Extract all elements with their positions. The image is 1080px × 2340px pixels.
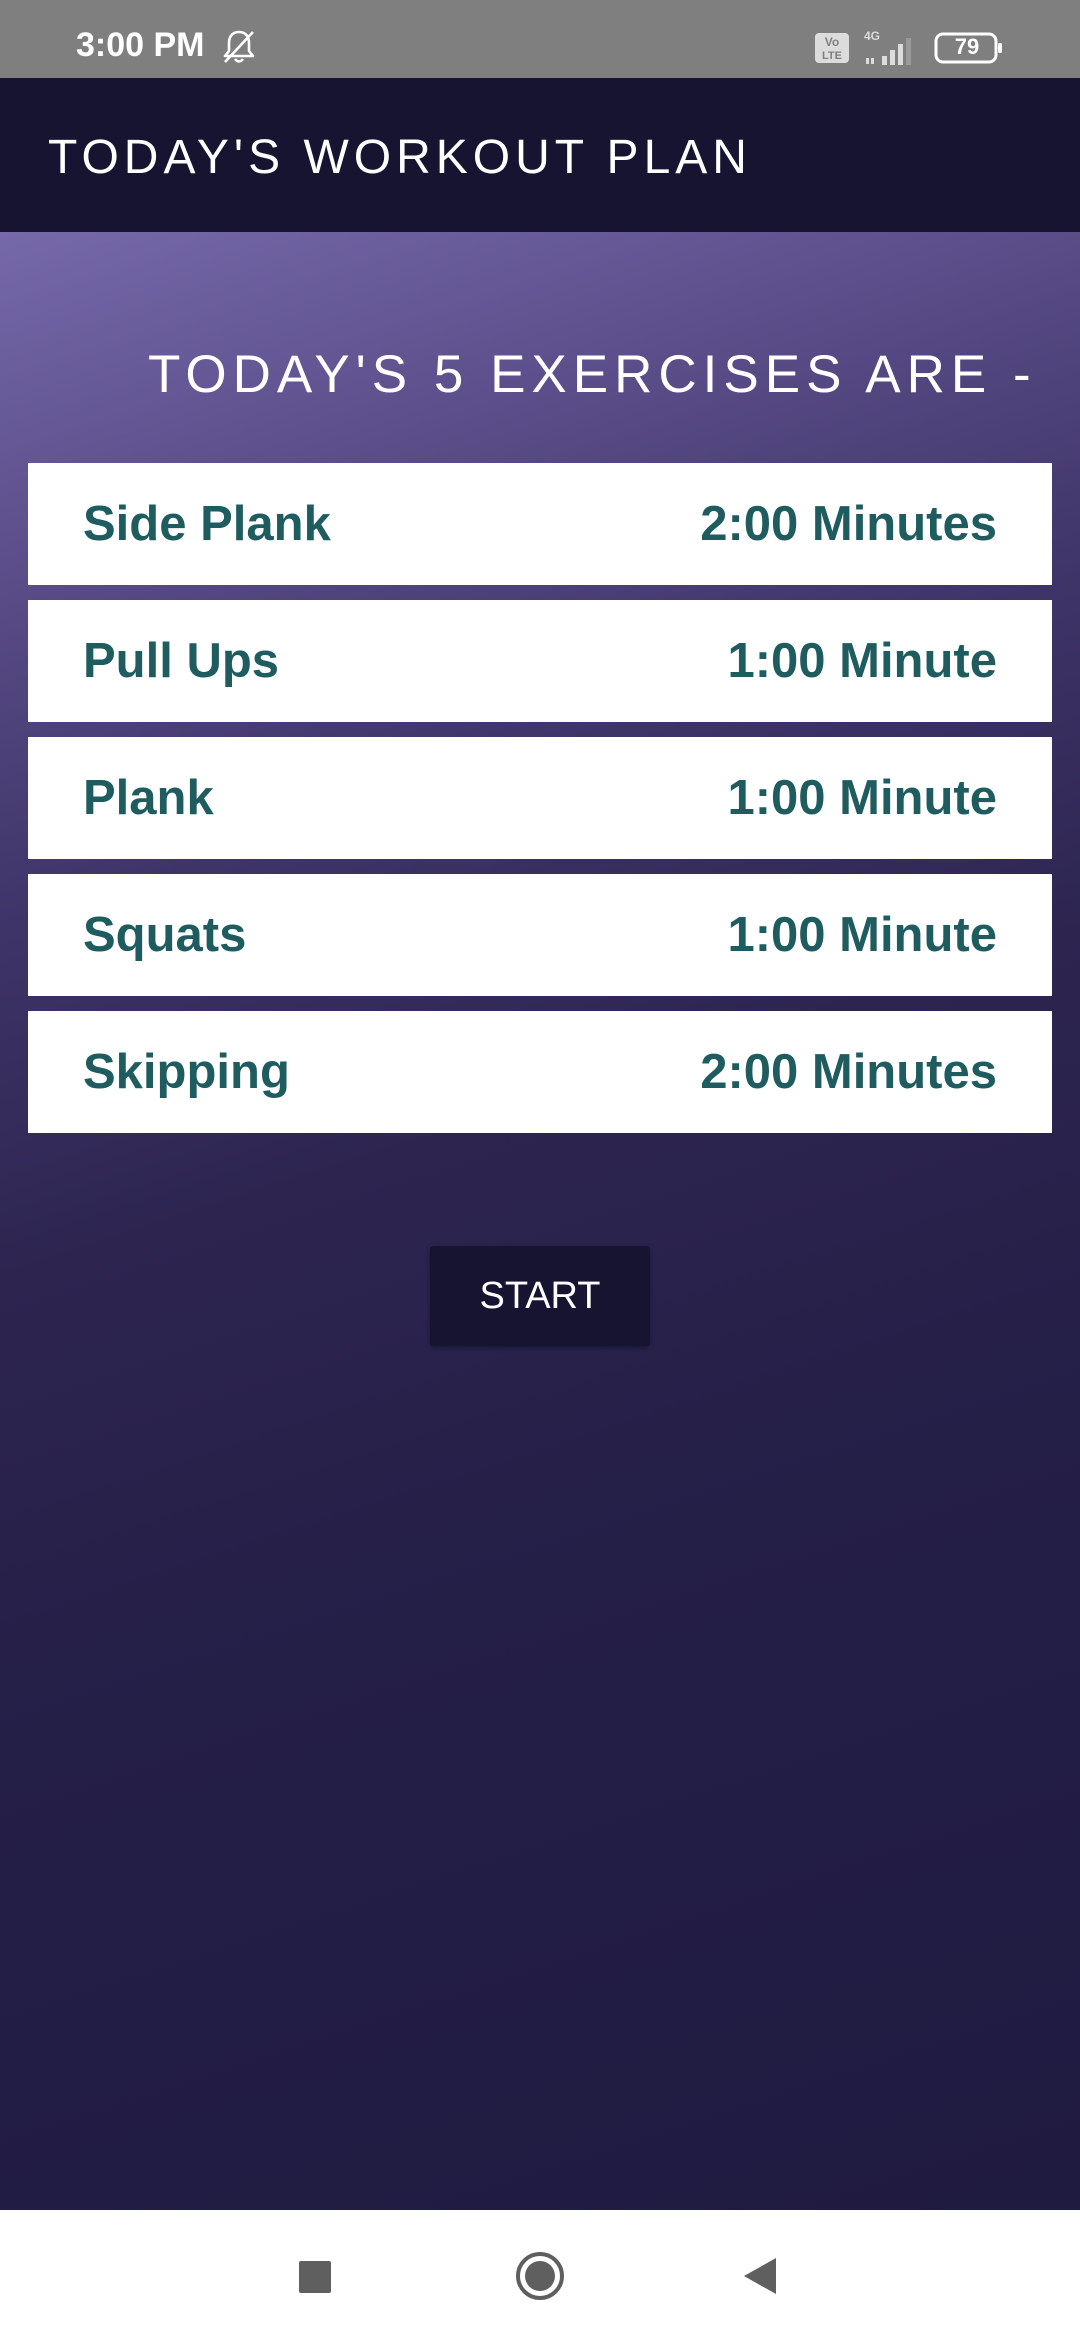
- navigation-bar: [0, 2210, 1080, 2340]
- back-icon[interactable]: [742, 2256, 778, 2296]
- status-time: 3:00 PM: [76, 26, 205, 64]
- main-content: TODAY'S 5 EXERCISES ARE - Side Plank 2:0…: [0, 232, 1080, 2210]
- exercise-name: Skipping: [83, 1045, 290, 1099]
- svg-text:4G: 4G: [864, 29, 880, 43]
- exercise-row: Pull Ups 1:00 Minute: [28, 600, 1052, 722]
- exercise-row: Side Plank 2:00 Minutes: [28, 463, 1052, 585]
- bell-off-icon: [223, 30, 255, 63]
- exercise-row: Skipping 2:00 Minutes: [28, 1011, 1052, 1133]
- svg-text:Vo: Vo: [825, 35, 839, 49]
- svg-text:LTE: LTE: [822, 50, 842, 62]
- signal-4g-icon: 4G: [864, 29, 911, 65]
- exercise-duration: 1:00 Minute: [727, 908, 997, 962]
- recent-apps-icon[interactable]: [299, 2261, 331, 2293]
- volte-icon: Vo LTE: [815, 33, 849, 63]
- home-icon[interactable]: [514, 2250, 566, 2302]
- exercise-name: Side Plank: [83, 497, 331, 551]
- exercise-duration: 1:00 Minute: [727, 634, 997, 688]
- exercise-row: Squats 1:00 Minute: [28, 874, 1052, 996]
- app-title: TODAY'S WORKOUT PLAN: [48, 131, 752, 184]
- exercise-duration: 2:00 Minutes: [700, 1045, 997, 1099]
- exercise-duration: 2:00 Minutes: [700, 497, 997, 551]
- exercise-row: Plank 1:00 Minute: [28, 737, 1052, 859]
- exercise-duration: 1:00 Minute: [727, 771, 997, 825]
- status-bar: 3:00 PM Vo LTE 4G 79: [0, 0, 1080, 78]
- exercise-list: Side Plank 2:00 Minutes Pull Ups 1:00 Mi…: [28, 463, 1052, 1148]
- app-bar: TODAY'S WORKOUT PLAN: [0, 78, 1080, 232]
- start-button[interactable]: START: [430, 1246, 650, 1346]
- battery-level: 79: [954, 34, 980, 59]
- exercise-name: Pull Ups: [83, 634, 280, 688]
- exercise-name: Squats: [83, 908, 247, 962]
- exercise-name: Plank: [83, 771, 214, 825]
- exercises-heading: TODAY'S 5 EXERCISES ARE -: [148, 345, 1037, 404]
